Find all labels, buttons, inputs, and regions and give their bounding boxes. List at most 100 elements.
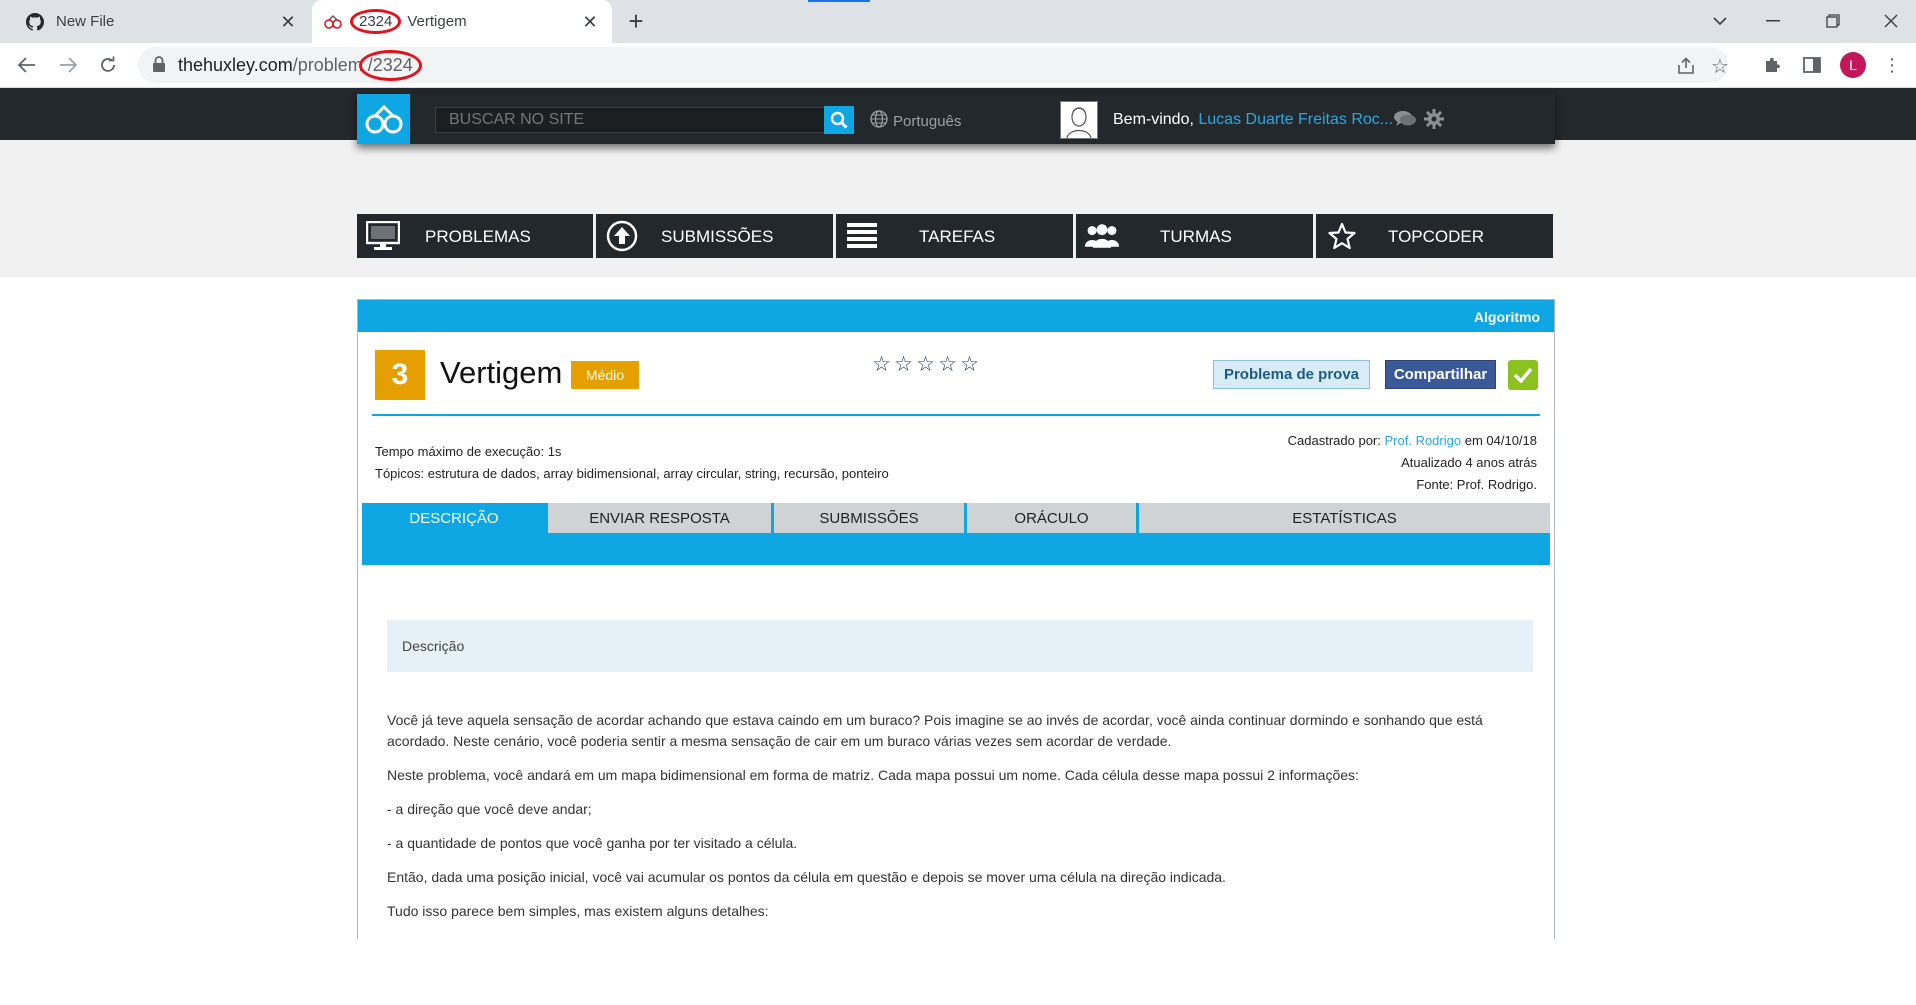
nav-item-submissoes[interactable]: SUBMISSÕES (596, 214, 833, 258)
tab-search-chevron-icon[interactable] (1705, 6, 1735, 36)
language-label: Português (893, 112, 962, 130)
nav-label: SUBMISSÕES (661, 227, 774, 246)
problem-tabs: DESCRIÇÃO ENVIAR RESPOSTA SUBMISSÕES ORÁ… (362, 503, 1550, 565)
globe-icon (870, 110, 888, 132)
tab-submissoes[interactable]: SUBMISSÕES (774, 503, 964, 533)
description-header: Descrição (387, 620, 1533, 672)
description-paragraph: Então, dada uma posição inicial, você va… (387, 869, 1226, 885)
rating-star-icon[interactable]: ☆ (893, 352, 914, 377)
rating-star-icon[interactable]: ☆ (937, 352, 958, 377)
minimize-icon[interactable] (1758, 6, 1788, 36)
tab-accent-line (808, 0, 870, 2)
list-icon (844, 220, 880, 252)
nav-label: PROBLEMAS (425, 227, 531, 246)
gear-icon[interactable] (1422, 108, 1446, 130)
forward-arrow-icon[interactable] (54, 51, 82, 79)
difficulty-badge: Médio (571, 361, 639, 389)
tab-descricao[interactable]: DESCRIÇÃO (362, 503, 546, 533)
solved-check-icon[interactable] (1508, 360, 1538, 390)
bookmark-star-icon[interactable]: ☆ (1708, 54, 1732, 78)
tab-title: Vertigem (407, 13, 467, 30)
nav-item-turmas[interactable]: TURMAS (1076, 214, 1313, 258)
problem-title: Vertigem (440, 355, 563, 390)
site-header: Português Bem-vindo, Lucas Duarte Freita… (357, 94, 1555, 144)
description-paragraph: Você já teve aquela sensação de acordar … (387, 712, 1483, 749)
registered-by-prefix: Cadastrado por: (1287, 433, 1381, 448)
share-icon[interactable] (1674, 54, 1698, 78)
registered-date: em 04/10/18 (1464, 433, 1537, 448)
browser-tab-new-file[interactable]: New File ✕ (10, 0, 310, 43)
updated-text: Atualizado 4 anos atrás (1401, 455, 1537, 470)
nav-item-topcoder[interactable]: TOPCODER (1316, 214, 1553, 258)
close-tab-icon[interactable]: ✕ (278, 12, 298, 32)
description-paragraph: - a quantidade de pontos que você ganha … (387, 835, 798, 851)
rating-star-icon[interactable]: ☆ (959, 352, 980, 377)
nav-label: TAREFAS (919, 227, 996, 246)
problem-meta-left: Tempo máximo de execução: 1s Tópicos: es… (375, 441, 889, 485)
welcome-label: Bem-vindo, (1113, 111, 1194, 128)
nav-label: TURMAS (1160, 227, 1232, 246)
problem-meta-right: Cadastrado por: Prof. Rodrigo em 04/10/1… (1288, 430, 1537, 496)
registered-line: Cadastrado por: Prof. Rodrigo em 04/10/1… (1288, 430, 1537, 452)
restore-icon[interactable] (1818, 6, 1848, 36)
user-avatar[interactable] (1060, 101, 1098, 139)
problem-category: Algoritmo (1473, 309, 1540, 325)
panel-divider (372, 414, 1540, 416)
lock-icon (152, 56, 168, 74)
rating-star-icon[interactable]: ☆ (871, 352, 892, 377)
topics: Tópicos: estrutura de dados, array bidim… (375, 466, 889, 481)
author-link[interactable]: Prof. Rodrigo (1385, 433, 1462, 448)
tab-enviar-resposta[interactable]: ENVIAR RESPOSTA (548, 503, 771, 533)
search-icon (830, 111, 848, 129)
side-panel-icon[interactable] (1800, 53, 1824, 77)
star-icon (1324, 220, 1360, 252)
welcome-text: Bem-vindo, Lucas Duarte Freitas Roc... (1113, 111, 1393, 129)
source-text: Fonte: Prof. Rodrigo. (1416, 477, 1537, 492)
url-domain: thehuxley.com (178, 54, 293, 75)
problem-panel: Algoritmo 3 Vertigem Médio ☆ ☆ ☆ ☆ ☆ Pro… (357, 299, 1555, 939)
address-bar[interactable]: thehuxley.com/problem/2324 ☆ (138, 47, 1729, 83)
huxley-favicon-icon (324, 13, 342, 31)
chat-bubbles-icon[interactable] (1393, 108, 1417, 130)
close-window-icon[interactable] (1876, 6, 1906, 36)
nav-item-problemas[interactable]: PROBLEMAS (357, 214, 593, 258)
language-selector[interactable]: Português (870, 110, 961, 132)
description-paragraph: Tudo isso parece bem simples, mas existe… (387, 903, 769, 919)
share-button[interactable]: Compartilhar (1385, 360, 1496, 389)
browser-tabstrip: New File ✕ 2324 Vertigem ✕ + (0, 0, 1916, 43)
more-menu-icon[interactable]: ⋮ (1880, 53, 1904, 77)
url-highlight: /2324 (358, 49, 422, 81)
new-tab-plus-icon[interactable]: + (622, 8, 650, 36)
problem-level: 3 (375, 350, 425, 400)
site-search-input[interactable] (435, 107, 833, 133)
main-navigation: PROBLEMAS SUBMISSÕES TAREFAS TURMAS TOPC… (357, 214, 1553, 258)
reload-icon[interactable] (94, 51, 122, 79)
tab-estatisticas[interactable]: ESTATÍSTICAS (1139, 503, 1550, 533)
browser-tab-vertigem[interactable]: 2324 Vertigem ✕ (312, 0, 612, 43)
url-path: /problem (292, 54, 363, 75)
user-name-link[interactable]: Lucas Duarte Freitas Roc... (1198, 111, 1393, 128)
huxley-logo-icon[interactable] (357, 94, 410, 144)
rating-stars[interactable]: ☆ ☆ ☆ ☆ ☆ (871, 352, 981, 377)
group-icon (1084, 220, 1120, 252)
github-icon (26, 12, 44, 31)
exam-problem-button[interactable]: Problema de prova (1213, 360, 1370, 389)
monitor-icon (365, 220, 401, 252)
browser-toolbar: thehuxley.com/problem/2324 ☆ L ⋮ (0, 43, 1916, 88)
description-paragraph: Neste problema, você andará em um mapa b… (387, 767, 1359, 783)
rating-star-icon[interactable]: ☆ (915, 352, 936, 377)
close-tab-icon[interactable]: ✕ (580, 12, 600, 32)
nav-item-tarefas[interactable]: TAREFAS (836, 214, 1073, 258)
panel-category-bar: Algoritmo (358, 300, 1554, 332)
tab-oraculo[interactable]: ORÁCULO (967, 503, 1136, 533)
description-body: Você já teve aquela sensação de acordar … (387, 710, 1533, 935)
time-limit: Tempo máximo de execução: 1s (375, 444, 562, 459)
tab-title: New File (56, 13, 115, 30)
tab-title-highlight: 2324 (350, 9, 402, 34)
back-arrow-icon[interactable] (13, 51, 41, 79)
extensions-puzzle-icon[interactable] (1760, 53, 1784, 77)
search-button[interactable] (824, 106, 854, 134)
upload-icon (604, 220, 640, 252)
profile-avatar[interactable]: L (1840, 52, 1866, 78)
nav-label: TOPCODER (1388, 227, 1485, 246)
